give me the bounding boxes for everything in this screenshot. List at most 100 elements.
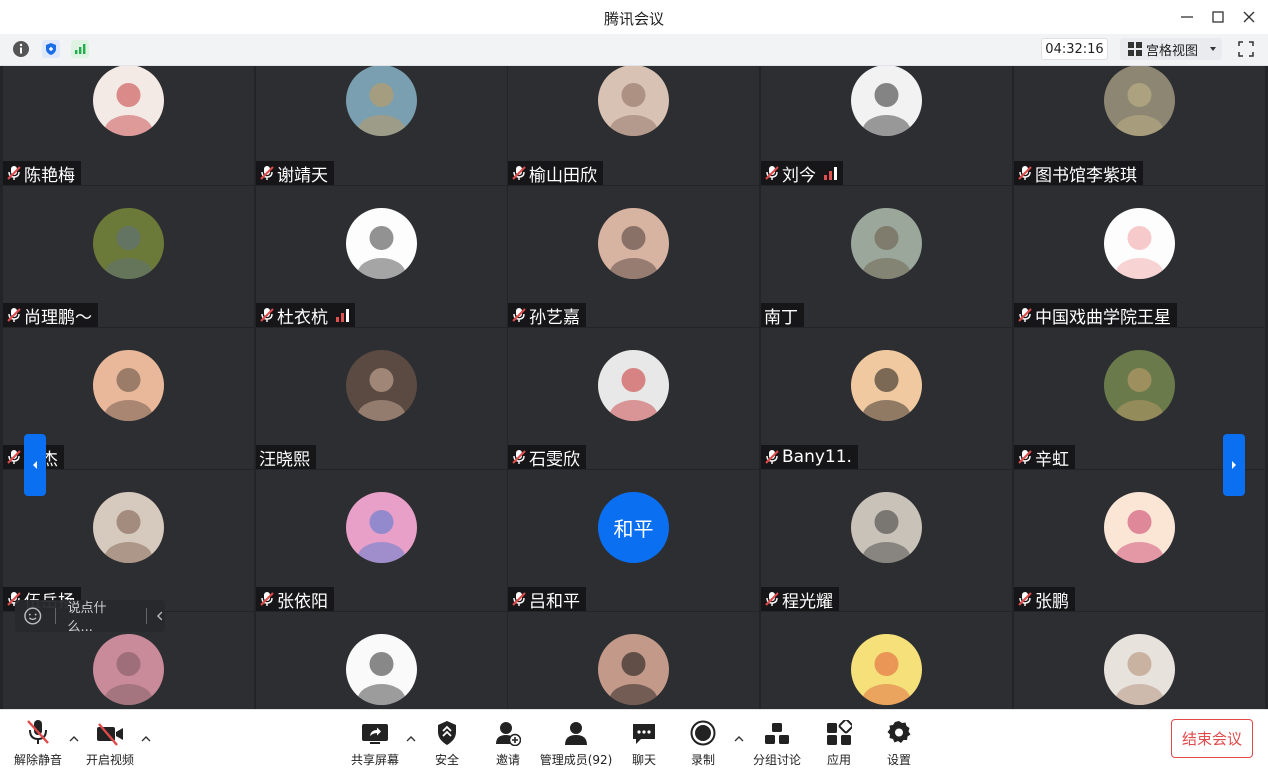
share-options-caret[interactable] <box>404 732 418 746</box>
avatar <box>851 66 922 136</box>
participant-namebar: 谢靖天 <box>256 161 334 185</box>
manage-members-button[interactable]: 管理成员(92) <box>540 710 612 768</box>
avatar-image <box>1115 368 1164 421</box>
security-label: 安全 <box>434 753 459 767</box>
participant-tile[interactable]: 程光耀 <box>761 470 1012 611</box>
avatar <box>346 66 417 136</box>
close-window-button[interactable] <box>1234 4 1264 30</box>
invite-label: 邀请 <box>495 753 520 767</box>
end-meeting-button[interactable]: 结束会议 <box>1171 719 1253 758</box>
view-mode-dropdown[interactable]: 宫格视图 <box>1120 38 1222 60</box>
mic-muted-icon <box>511 306 527 324</box>
mic-muted-icon <box>1017 306 1033 324</box>
participant-tile[interactable]: 张依阳 <box>256 470 507 611</box>
mic-muted-icon <box>511 448 527 466</box>
apps-button[interactable]: 应用 <box>822 710 856 768</box>
maximize-button[interactable] <box>1203 4 1233 30</box>
share-screen-button[interactable]: 共享屏幕 <box>350 710 400 768</box>
avatar-image <box>862 226 911 279</box>
avatar-image <box>357 226 406 279</box>
minimize-button[interactable] <box>1172 4 1202 30</box>
record-label: 录制 <box>690 753 715 767</box>
record-icon <box>690 720 716 746</box>
settings-button[interactable]: 设置 <box>882 710 916 768</box>
avatar <box>93 634 164 705</box>
share-screen-label: 共享屏幕 <box>350 753 399 767</box>
participant-tile[interactable]: 杜衣杭 <box>256 186 507 327</box>
participant-name: 陈艳梅 <box>24 165 75 186</box>
participant-namebar: 榆山田欣 <box>508 161 603 185</box>
avatar-image <box>357 652 406 705</box>
participant-namebar: 孙艺嘉 <box>508 303 586 327</box>
avatar <box>598 350 669 421</box>
chat-input[interactable]: 说点什么... <box>67 597 130 635</box>
participant-tile[interactable]: 中国戏曲学院王星 <box>1014 186 1265 327</box>
mic-options-caret[interactable] <box>67 732 81 746</box>
participant-namebar: 吕和平 <box>508 587 586 611</box>
participant-tile[interactable]: 图书馆李紫琪 <box>1014 66 1265 185</box>
participant-tile[interactable]: 陈艳梅 <box>3 66 254 185</box>
video-options-caret[interactable] <box>139 732 153 746</box>
participant-tile[interactable]: 石雯欣 <box>508 328 759 469</box>
chat-icon <box>633 724 655 744</box>
breakout-icon <box>765 723 789 744</box>
record-button[interactable]: 录制 <box>686 710 720 768</box>
mic-muted-icon <box>1017 590 1033 608</box>
signal-icon <box>71 40 89 58</box>
security-button[interactable]: 安全 <box>430 710 464 768</box>
record-options-caret[interactable] <box>732 732 746 746</box>
avatar <box>851 208 922 279</box>
participant-tile[interactable]: 汪晓熙 <box>256 328 507 469</box>
avatar <box>93 66 164 136</box>
participant-tile[interactable]: 南丁 <box>761 186 1012 327</box>
avatar-image <box>104 652 153 705</box>
avatar <box>346 492 417 563</box>
participant-name: 辛虹 <box>1035 449 1069 470</box>
settings-icon <box>887 721 911 743</box>
invite-button[interactable]: 邀请 <box>491 710 525 768</box>
participant-tile[interactable]: Bany11. <box>761 328 1012 469</box>
avatar <box>93 208 164 279</box>
participant-namebar: 石雯欣 <box>508 445 586 469</box>
participant-tile[interactable]: 孙艺嘉 <box>508 186 759 327</box>
participant-tile[interactable] <box>508 612 759 709</box>
breakout-rooms-button[interactable]: 分组讨论 <box>752 710 802 768</box>
next-page-button[interactable] <box>1223 434 1245 496</box>
mic-muted-icon <box>259 164 275 182</box>
chat-button[interactable]: 聊天 <box>627 710 661 768</box>
avatar-image <box>104 83 153 136</box>
quick-chat-box[interactable]: 说点什么... <box>15 597 165 635</box>
avatar-image <box>609 652 658 705</box>
collapse-chat-icon[interactable] <box>155 610 165 622</box>
participant-namebar: 中国戏曲学院王星 <box>1014 303 1177 327</box>
grid-view-icon <box>1128 42 1142 56</box>
participant-tile[interactable]: 刘今 <box>761 66 1012 185</box>
participant-tile[interactable]: 榆山田欣 <box>508 66 759 185</box>
avatar <box>851 492 922 563</box>
avatar-image <box>1115 83 1164 136</box>
breakout-rooms-label: 分组讨论 <box>752 753 801 767</box>
participant-namebar: 杜衣杭 <box>256 303 355 327</box>
unmute-button[interactable]: 解除静音 <box>14 710 62 768</box>
participant-tile[interactable] <box>761 612 1012 709</box>
chevron-up-icon <box>141 736 151 742</box>
mic-muted-icon <box>259 306 275 324</box>
network-status-button[interactable] <box>70 39 90 59</box>
avatar-image <box>862 83 911 136</box>
participant-tile[interactable] <box>256 612 507 709</box>
start-video-label: 开启视频 <box>86 753 135 767</box>
prev-page-button[interactable] <box>24 434 46 496</box>
meeting-info-button[interactable] <box>11 39 31 59</box>
participant-tile[interactable]: 和平 吕和平 <box>508 470 759 611</box>
start-video-button[interactable]: 开启视频 <box>86 710 134 768</box>
security-status-button[interactable] <box>41 39 61 59</box>
participant-tile[interactable]: 谢靖天 <box>256 66 507 185</box>
participant-tile[interactable]: 尚理鹏～ <box>3 186 254 327</box>
emoji-icon[interactable] <box>23 606 43 626</box>
avatar-image <box>862 652 911 705</box>
participant-name: 图书馆李紫琪 <box>1035 165 1137 186</box>
participant-tile[interactable] <box>1014 612 1265 709</box>
fullscreen-button[interactable] <box>1235 38 1257 60</box>
participant-name: 南丁 <box>764 307 798 328</box>
participant-name: 张依阳 <box>277 591 328 612</box>
